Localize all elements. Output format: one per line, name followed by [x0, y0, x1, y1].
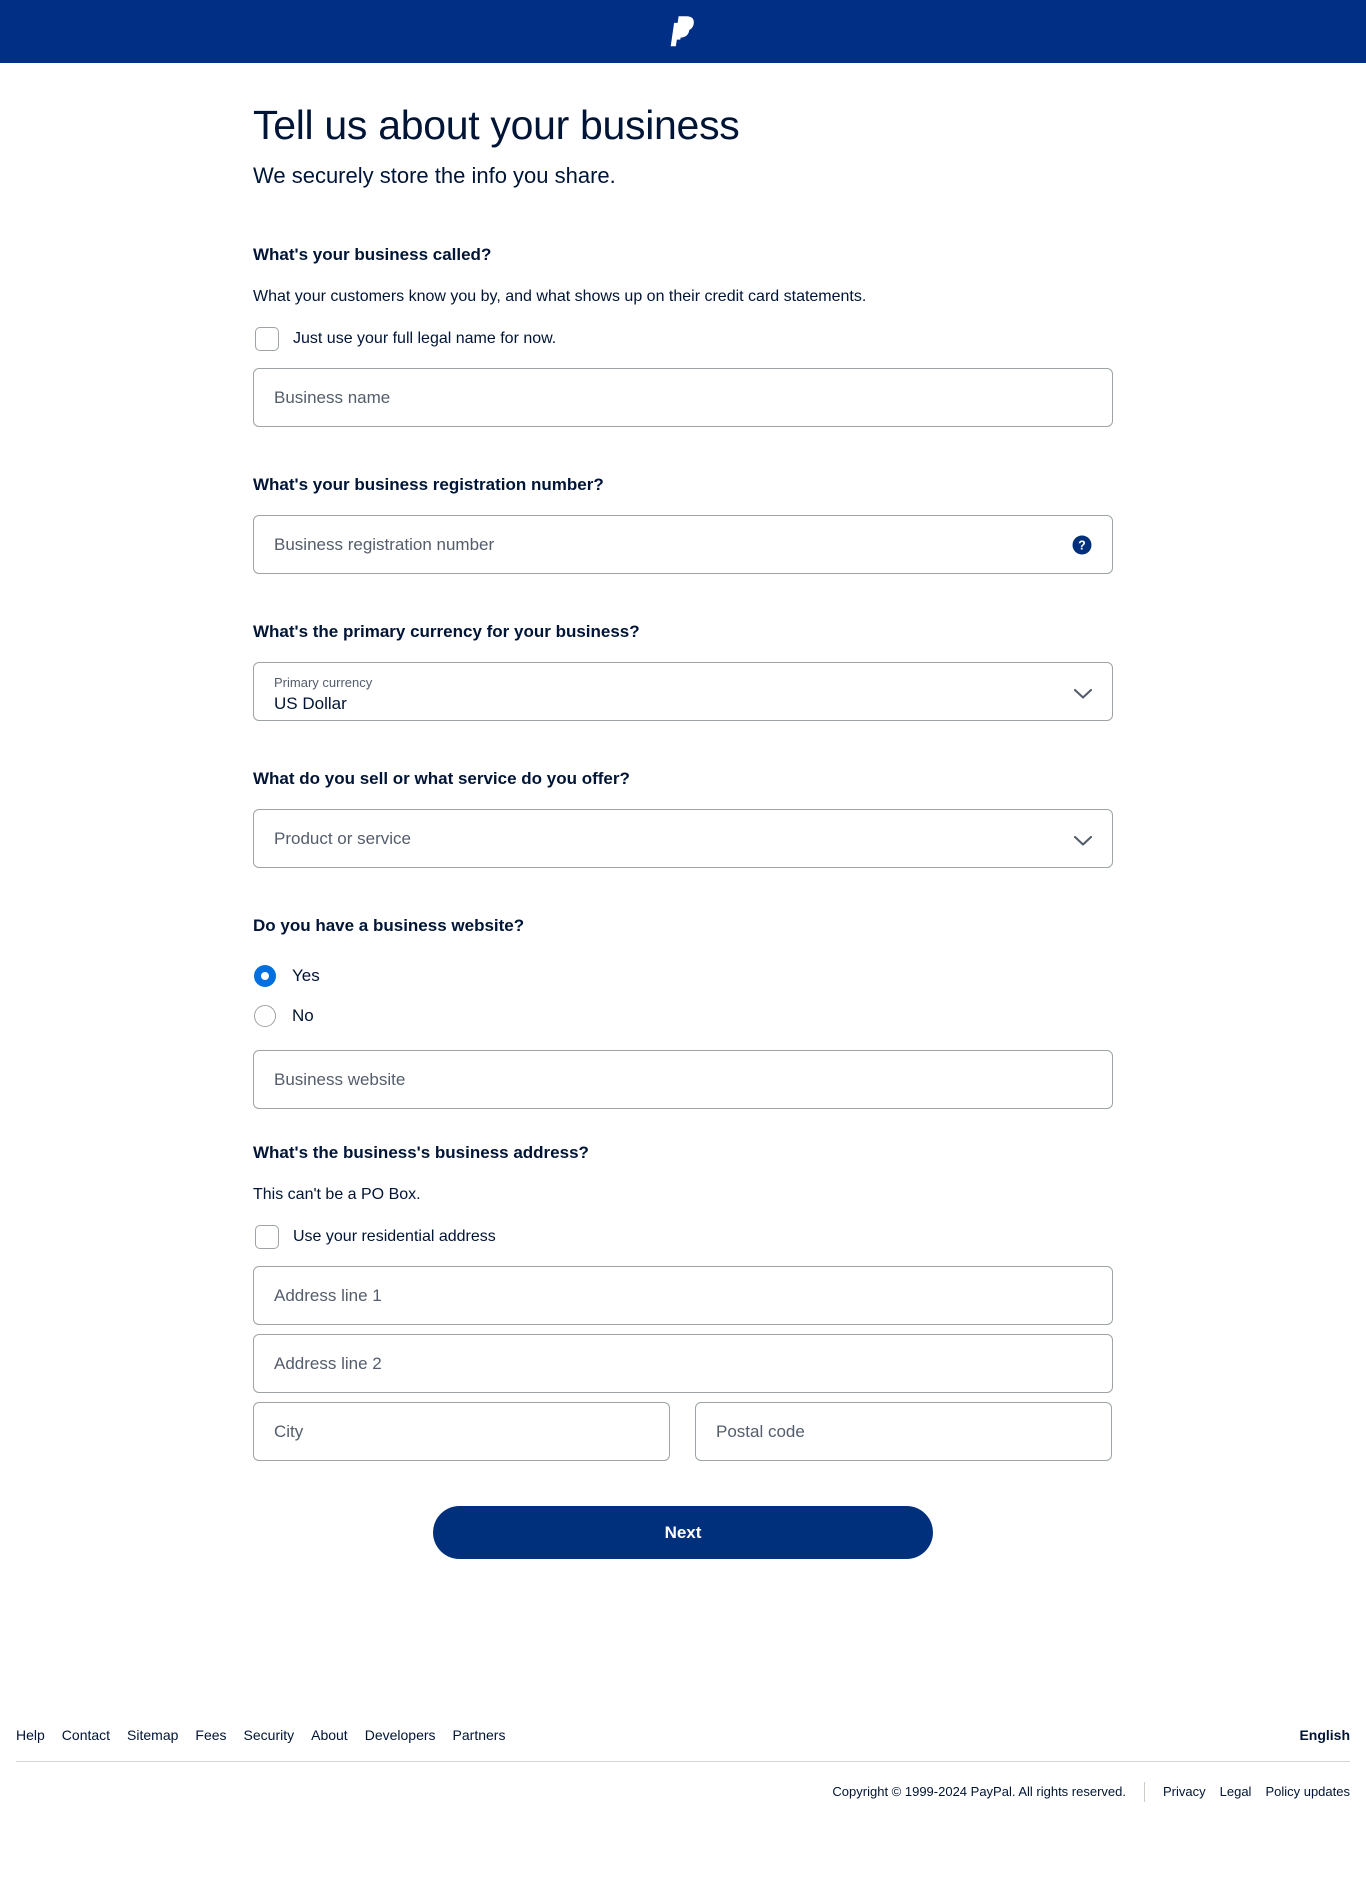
footer-link-about[interactable]: About [311, 1725, 348, 1745]
next-button[interactable]: Next [433, 1506, 933, 1559]
page-body: Tell us about your business We securely … [0, 63, 1366, 1559]
copyright-text: Copyright © 1999-2024 PayPal. All rights… [832, 1784, 1126, 1799]
product-service-question: What do you sell or what service do you … [253, 769, 630, 788]
radio-no-label: No [292, 1006, 314, 1025]
footer-link-privacy[interactable]: Privacy [1163, 1782, 1206, 1802]
address-line-1-placeholder: Address line 1 [274, 1285, 382, 1305]
footer-link-fees[interactable]: Fees [195, 1725, 226, 1745]
svg-text:?: ? [1078, 538, 1086, 552]
website-radio-no[interactable]: No [253, 996, 1113, 1036]
product-service-placeholder: Product or service [274, 828, 411, 848]
legal-name-checkbox-label: Just use your full legal name for now. [293, 330, 557, 347]
paypal-logo-icon[interactable] [668, 14, 698, 50]
footer-link-contact[interactable]: Contact [62, 1725, 110, 1745]
residential-address-checkbox[interactable] [255, 1225, 279, 1249]
language-selector[interactable]: English [1299, 1725, 1350, 1745]
residential-address-checkbox-row[interactable]: Use your residential address [253, 1225, 1113, 1249]
registration-question: What's your business registration number… [253, 475, 604, 494]
city-postal-row: City Postal code [253, 1402, 1113, 1461]
chevron-down-icon[interactable] [1073, 833, 1093, 846]
registration-number-placeholder: Business registration number [274, 534, 495, 554]
footer-link-legal[interactable]: Legal [1220, 1782, 1252, 1802]
product-service-select[interactable]: Product or service [253, 809, 1113, 868]
business-website-placeholder: Business website [274, 1069, 406, 1089]
business-name-helper: What your customers know you by, and wha… [253, 288, 867, 305]
business-website-input[interactable]: Business website [253, 1050, 1113, 1109]
footer-link-help[interactable]: Help [16, 1725, 45, 1745]
radio-yes-indicator[interactable] [254, 965, 276, 987]
form-container: Tell us about your business We securely … [253, 99, 1113, 1559]
chevron-down-icon[interactable] [1073, 686, 1093, 699]
next-button-row: Next [253, 1506, 1113, 1559]
footer-nav: Help Contact Sitemap Fees Security About… [16, 1725, 1350, 1761]
page-subtitle: We securely store the info you share. [253, 163, 616, 188]
address-line-2-input[interactable]: Address line 2 [253, 1334, 1113, 1393]
legal-name-checkbox[interactable] [255, 327, 279, 351]
business-address-helper: This can't be a PO Box. [253, 1186, 421, 1203]
site-header [0, 0, 1366, 63]
question-mark-circle-icon[interactable]: ? [1072, 535, 1092, 555]
footer-link-partners[interactable]: Partners [453, 1725, 506, 1745]
business-name-input[interactable]: Business name [253, 368, 1113, 427]
primary-currency-value: US Dollar [274, 694, 347, 713]
radio-no-indicator[interactable] [254, 1005, 276, 1027]
page-title: Tell us about your business [253, 102, 740, 148]
business-website-question: Do you have a business website? [253, 916, 525, 935]
primary-currency-label: Primary currency [274, 675, 373, 690]
legal-link-list: Privacy Legal Policy updates [1145, 1782, 1350, 1802]
city-placeholder: City [274, 1421, 304, 1441]
footer-link-sitemap[interactable]: Sitemap [127, 1725, 178, 1745]
footer-link-list: Help Contact Sitemap Fees Security About… [16, 1725, 505, 1745]
legal-name-checkbox-row[interactable]: Just use your full legal name for now. [253, 327, 1113, 351]
residential-address-checkbox-label: Use your residential address [293, 1228, 496, 1245]
business-name-question: What's your business called? [253, 245, 492, 264]
address-line-2-placeholder: Address line 2 [274, 1353, 382, 1373]
postal-code-placeholder: Postal code [716, 1421, 805, 1441]
website-radio-yes[interactable]: Yes [253, 956, 1113, 996]
registration-number-input[interactable]: Business registration number ? [253, 515, 1113, 574]
footer-link-policy-updates[interactable]: Policy updates [1265, 1782, 1350, 1802]
footer-legal-row: Copyright © 1999-2024 PayPal. All rights… [16, 1762, 1350, 1802]
footer-link-security[interactable]: Security [244, 1725, 295, 1745]
footer-link-developers[interactable]: Developers [365, 1725, 436, 1745]
business-address-question: What's the business's business address? [253, 1143, 589, 1162]
city-input[interactable]: City [253, 1402, 670, 1461]
radio-yes-label: Yes [292, 966, 320, 985]
currency-question: What's the primary currency for your bus… [253, 622, 640, 641]
postal-code-input[interactable]: Postal code [695, 1402, 1112, 1461]
business-name-placeholder: Business name [274, 387, 391, 407]
primary-currency-select[interactable]: Primary currency US Dollar [253, 662, 1113, 721]
site-footer: Help Contact Sitemap Fees Security About… [0, 1725, 1366, 1802]
address-line-1-input[interactable]: Address line 1 [253, 1266, 1113, 1325]
